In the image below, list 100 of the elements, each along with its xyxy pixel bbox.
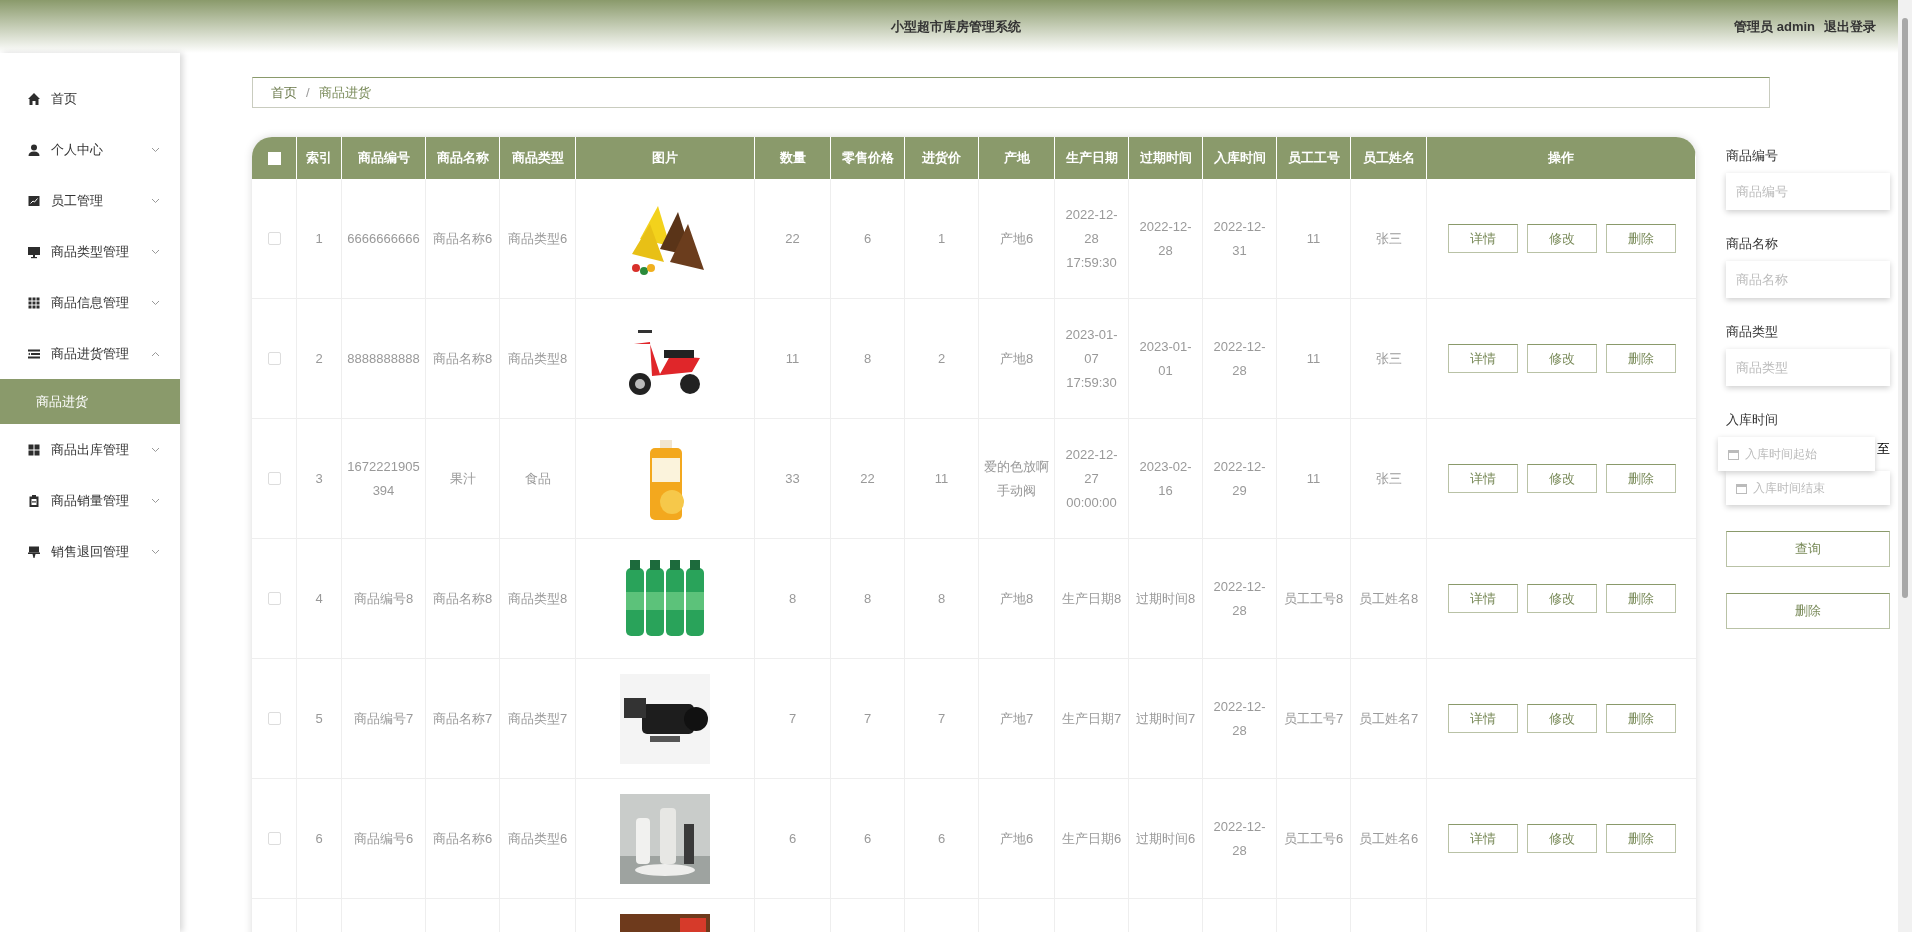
app-title: 小型超市库房管理系统 [891, 18, 1021, 34]
column-header: 索引 [297, 137, 342, 179]
column-header: 数量 [755, 137, 831, 179]
table-cell-text: 11 [1305, 349, 1322, 368]
edit-button[interactable]: 修改 [1526, 824, 1597, 853]
table-cell-text: 员工工号6 [1282, 829, 1345, 848]
table-cell-text: 员工姓名6 [1357, 829, 1420, 848]
details-button[interactable]: 详情 [1447, 344, 1518, 373]
table-cell-text: 员工工号7 [1282, 709, 1345, 728]
details-button[interactable]: 详情 [1447, 224, 1518, 253]
column-header: 员工工号 [1277, 137, 1351, 179]
table-cell-text: 商品编号8 [352, 589, 415, 608]
sidebar-item[interactable]: 商品出库管理 [0, 424, 180, 475]
table-cell-text: 11 [1305, 229, 1322, 248]
delete-button[interactable]: 删除 [1726, 593, 1890, 629]
table-cell-text: 6 [787, 829, 798, 848]
sidebar-item[interactable]: 商品信息管理 [0, 277, 180, 328]
sidebar-item[interactable]: 个人中心 [0, 124, 180, 175]
table-cell-text: 8 [862, 589, 873, 608]
table-cell-text: 产地8 [998, 589, 1035, 608]
sidebar-item[interactable]: 商品进货管理 [0, 328, 180, 379]
table-cell-text: 商品类型6 [506, 829, 569, 848]
details-button[interactable]: 详情 [1447, 824, 1518, 853]
sidebar-subitem[interactable]: 商品进货 [0, 379, 180, 424]
row-checkbox[interactable] [267, 472, 281, 485]
table-cell-text: 张三 [1374, 469, 1403, 488]
edit-button[interactable]: 修改 [1526, 224, 1597, 253]
details-button[interactable]: 详情 [1447, 464, 1518, 493]
row-checkbox[interactable] [267, 712, 281, 725]
delete-button[interactable]: 删除 [1605, 824, 1676, 853]
table-cell-text: 产地8 [998, 349, 1035, 368]
input-field[interactable]: 商品名称 [1726, 261, 1890, 298]
field-label: 商品编号 [1726, 147, 1779, 165]
user-icon [27, 142, 41, 157]
user-label: 管理员 admin [1734, 17, 1815, 36]
table-cell-text: 商品编号7 [352, 709, 415, 728]
signpost-icon [27, 544, 41, 559]
table-cell-text: 过期时间6 [1134, 829, 1197, 848]
table-cell-text: 8888888888 [346, 349, 421, 368]
sidebar-item[interactable]: 员工管理 [0, 175, 180, 226]
grid-icon [27, 295, 41, 310]
delete-button[interactable]: 删除 [1605, 344, 1676, 373]
delete-button[interactable]: 删除 [1605, 224, 1676, 253]
table-cell-text: 爱的色放啊手动阀 [983, 457, 1050, 500]
table-cell-text: 产地6 [998, 829, 1035, 848]
row-checkbox[interactable] [267, 832, 281, 845]
table-cell-text: 2022-12-28 [1138, 217, 1193, 260]
table-cell-text: 2022-12-28 [1212, 337, 1267, 380]
input-field[interactable]: 商品编号 [1726, 173, 1890, 210]
table-cell-text: 商品名称8 [431, 349, 494, 368]
table-cell-text: 8 [787, 589, 798, 608]
column-header: 商品名称 [426, 137, 500, 179]
breadcrumb-separator: / [306, 85, 310, 100]
field-label: 商品类型 [1726, 323, 1779, 341]
table-cell-text: 员工工号8 [1282, 589, 1345, 608]
input-field[interactable]: 商品类型 [1726, 349, 1890, 386]
range-separator: 至 [1877, 440, 1890, 458]
breadcrumb-link[interactable]: 商品进货 [318, 83, 371, 102]
edit-button[interactable]: 修改 [1526, 464, 1597, 493]
table-cell-text: 2022-12-27 00:00:00 [1064, 445, 1119, 512]
delete-button[interactable]: 删除 [1605, 704, 1676, 733]
scrollbar[interactable] [1898, 0, 1912, 932]
search-button[interactable]: 查询 [1726, 531, 1890, 567]
sidebar-item[interactable]: 商品销量管理 [0, 475, 180, 526]
squares-icon [27, 442, 41, 457]
logout-link[interactable]: 退出登录 [1824, 17, 1876, 36]
row-checkbox[interactable] [267, 592, 281, 605]
row-checkbox[interactable] [267, 352, 281, 365]
table-cell-text: 商品编号6 [352, 829, 415, 848]
table-cell-text: 2022-12-28 [1212, 697, 1267, 740]
delete-button[interactable]: 删除 [1605, 464, 1676, 493]
table-cell-text: 产地6 [998, 229, 1035, 248]
column-header: 生产日期 [1055, 137, 1129, 179]
column-header: 进货价 [905, 137, 979, 179]
table-cell-text: 员工姓名8 [1357, 589, 1420, 608]
chart-icon [27, 193, 41, 208]
column-header: 操作 [1427, 137, 1696, 179]
column-header: 商品编号 [342, 137, 426, 179]
column-header: 零售价格 [831, 137, 905, 179]
edit-button[interactable]: 修改 [1526, 584, 1597, 613]
select-all-checkbox[interactable] [267, 151, 281, 165]
table-cell-text: 食品 [523, 469, 552, 488]
sidebar-item[interactable]: 销售退回管理 [0, 526, 180, 577]
table-cell-text: 4 [314, 589, 324, 608]
table-cell-text: 1672221905394 [346, 457, 421, 500]
details-button[interactable]: 详情 [1447, 584, 1518, 613]
sidebar-item[interactable]: 首页 [0, 73, 180, 124]
breadcrumb-link[interactable]: 首页 [271, 83, 297, 102]
calendar-icon [1728, 448, 1739, 460]
delete-button[interactable]: 删除 [1605, 584, 1676, 613]
table-cell-text: 2022-12-28 [1212, 817, 1267, 860]
table-cell-text: 商品名称7 [431, 709, 494, 728]
edit-button[interactable]: 修改 [1526, 704, 1597, 733]
row-checkbox[interactable] [267, 232, 281, 245]
details-button[interactable]: 详情 [1447, 704, 1518, 733]
calendar-icon [1736, 482, 1747, 494]
edit-button[interactable]: 修改 [1526, 344, 1597, 373]
table-cell-text: 2023-01-07 17:59:30 [1064, 325, 1119, 392]
clipboard-icon [27, 493, 41, 508]
sidebar-item[interactable]: 商品类型管理 [0, 226, 180, 277]
